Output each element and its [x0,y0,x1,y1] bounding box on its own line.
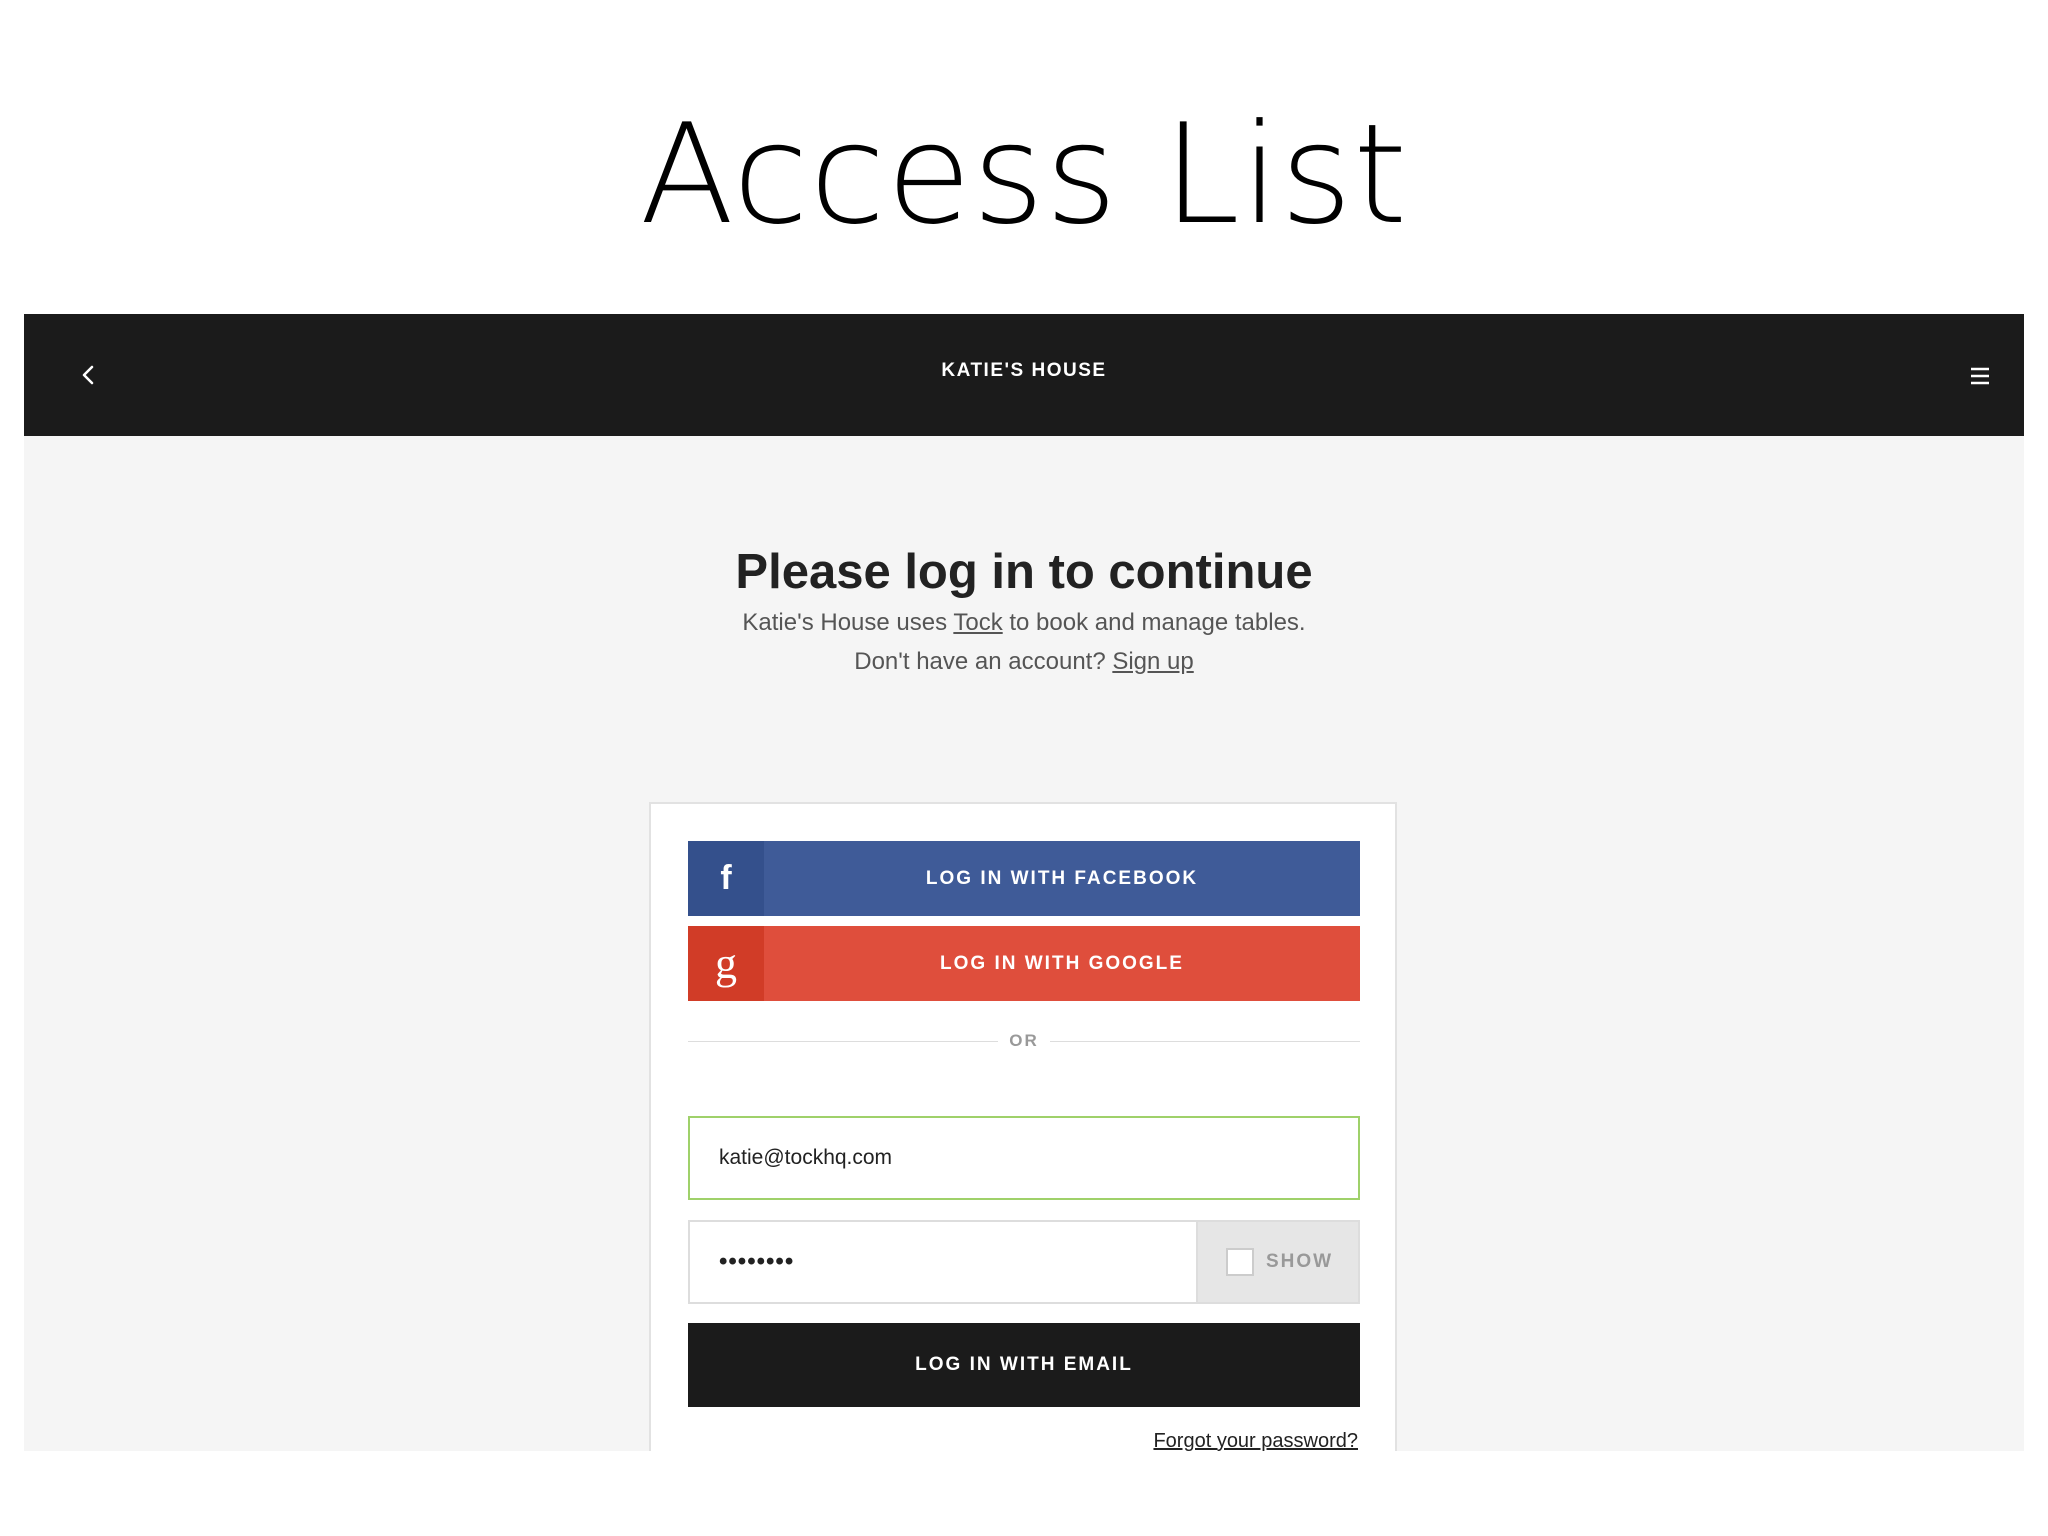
email-login-button[interactable]: LOG IN WITH EMAIL [688,1323,1360,1407]
slide-title: Access List [639,94,1409,255]
show-password-toggle[interactable]: SHOW [1196,1222,1358,1302]
google-login-button[interactable]: g LOG IN WITH GOOGLE [688,926,1360,1001]
login-heading: Please log in to continue [735,545,1313,599]
email-field[interactable] [688,1116,1360,1200]
or-divider-label: OR [1009,1031,1039,1050]
top-nav-bar: KATIE'S HOUSE [24,314,2024,436]
menu-button[interactable] [1958,354,2002,398]
forgot-password-link[interactable]: Forgot your password? [1153,1430,1358,1451]
venue-title: KATIE'S HOUSE [941,360,1107,381]
password-field-group: SHOW [688,1220,1360,1304]
google-icon: g [688,926,764,1001]
show-password-label: SHOW [1266,1251,1334,1272]
facebook-login-button[interactable]: f LOG IN WITH FACEBOOK [688,841,1360,916]
sign-up-link[interactable]: Sign up [1112,648,1193,675]
intro-line-tock: Katie's House uses Tock to book and mana… [24,609,2024,637]
intro-line-tock-suffix: to book and manage tables. [1002,609,1306,636]
intro-line-signup-prefix: Don't have an account? [854,648,1113,675]
facebook-icon: f [688,841,764,916]
divider-left [688,1041,998,1042]
intro-line-signup: Don't have an account? Sign up [24,648,2024,676]
password-field[interactable] [690,1222,1196,1302]
show-password-checkbox[interactable] [1226,1248,1254,1276]
facebook-login-label: LOG IN WITH FACEBOOK [925,868,1199,889]
google-login-label: LOG IN WITH GOOGLE [940,953,1184,974]
tock-link[interactable]: Tock [953,609,1002,636]
intro-line-tock-prefix: Katie's House uses [742,609,954,636]
app-window: KATIE'S HOUSE Please log in to continue … [24,314,2024,1451]
hamburger-menu-icon [1958,354,2002,398]
login-card: f LOG IN WITH FACEBOOK g LOG IN WITH GOO… [649,802,1397,1451]
divider-right [1050,1041,1360,1042]
